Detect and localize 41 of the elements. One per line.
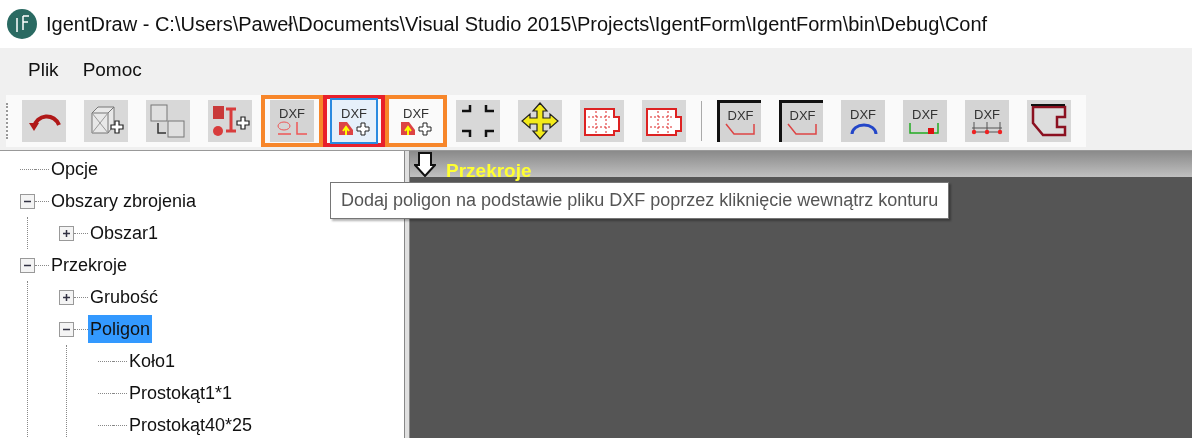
pin-icon[interactable] xyxy=(414,151,436,177)
collapse-icon[interactable] xyxy=(59,321,74,337)
dxf-label: DXF xyxy=(341,106,367,120)
tooltip: Dodaj poligon na podstawie pliku DXF poprzez kliknięcie wewnątrz konturu xyxy=(330,182,950,219)
canvas-header-title: Przekroje xyxy=(446,159,532,183)
dxf-label: DXF xyxy=(279,106,305,120)
toolbar-button[interactable]: DXF xyxy=(323,95,385,147)
dxf-label: DXF xyxy=(727,109,754,122)
polygon-add-icon xyxy=(337,119,371,136)
grid-dots-icon xyxy=(971,120,1003,135)
collapse-icon[interactable] xyxy=(20,193,35,209)
tree-item[interactable]: Przekroje xyxy=(49,251,130,279)
menu-item[interactable]: Plik xyxy=(20,55,67,85)
expand-icon[interactable] xyxy=(59,225,74,241)
outline-icon xyxy=(785,122,820,136)
tree-item[interactable]: Prostokąt40*25 xyxy=(127,411,255,438)
dxf-label: DXF xyxy=(403,106,429,120)
tree-item[interactable]: Grubość xyxy=(88,283,161,311)
dxf-label: DXF xyxy=(974,107,1000,121)
dxf-label: DXF xyxy=(850,107,876,121)
polygon-add-icon xyxy=(399,119,433,136)
dxf-label: DXF xyxy=(789,109,816,122)
outline-icon xyxy=(908,120,942,135)
tree-item[interactable]: Koło1 xyxy=(127,347,178,375)
expand-icon[interactable] xyxy=(59,289,74,305)
cubes-icon xyxy=(148,101,188,141)
shapes-icon xyxy=(275,119,309,136)
tree-item[interactable]: Obszary zbrojenia xyxy=(49,187,199,215)
menu-item[interactable]: Pomoc xyxy=(74,55,150,85)
app-logo-icon xyxy=(6,8,38,40)
tree-item[interactable]: Poligon xyxy=(88,315,153,343)
dxf-label: DXF xyxy=(912,107,938,121)
tree-item[interactable]: Obszar1 xyxy=(88,219,161,247)
outline-icon xyxy=(723,122,758,136)
toolbar-button[interactable]: DXF xyxy=(261,95,323,147)
window-title: IgentDraw - C:\Users\Paweł\Documents\Visual Studio 2015\Projects\IgentForm\IgentForm\bin\Debug\Conf xyxy=(46,12,988,37)
tree-item[interactable]: Prostokąt1*1 xyxy=(127,379,235,407)
collapse-icon[interactable] xyxy=(20,257,35,273)
move-icon xyxy=(520,101,560,141)
toolbar-button[interactable]: DXF xyxy=(385,95,447,147)
tree-item[interactable]: Opcje xyxy=(49,155,101,183)
